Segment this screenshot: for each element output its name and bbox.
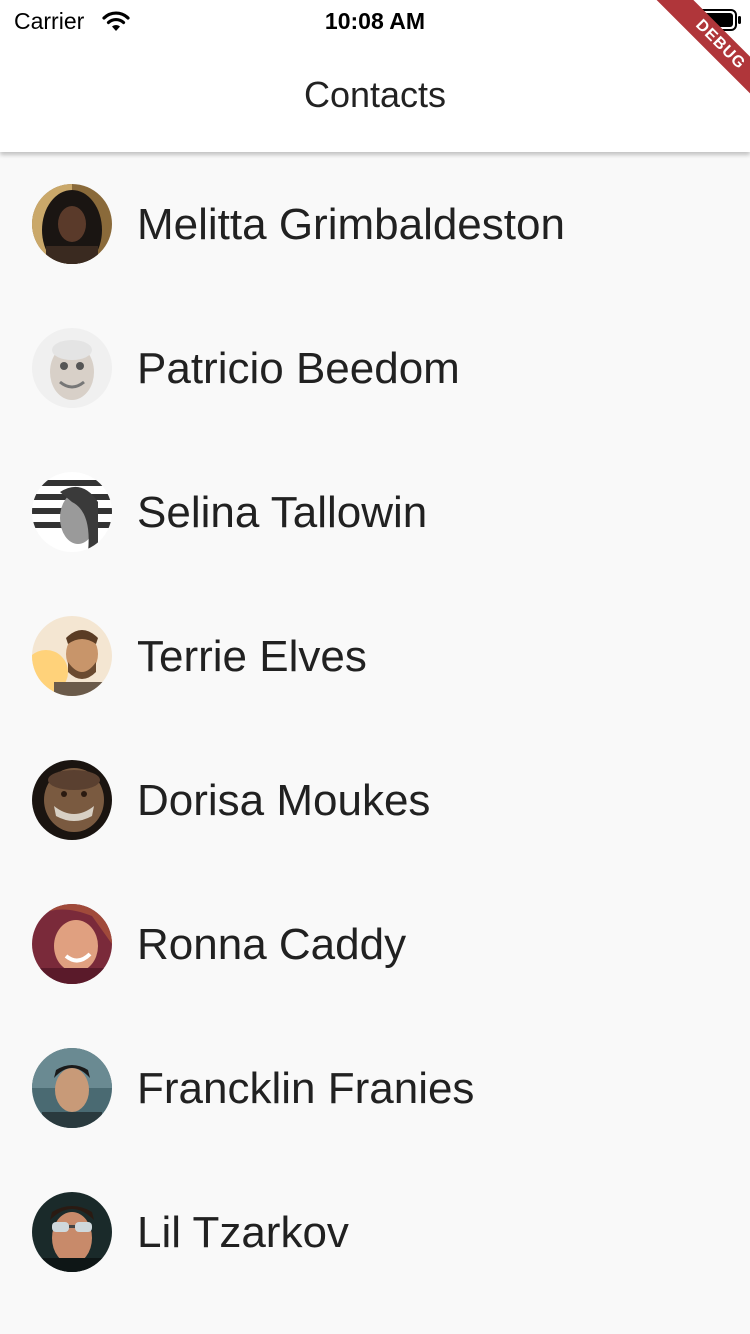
avatar xyxy=(32,904,112,984)
battery-icon xyxy=(690,9,741,31)
contact-row[interactable]: Lil Tzarkov xyxy=(0,1160,750,1304)
contact-row[interactable]: Terrie Elves xyxy=(0,584,750,728)
contact-name: Terrie Elves xyxy=(137,632,367,681)
avatar xyxy=(32,1192,112,1272)
contact-row[interactable]: Francklin Franies xyxy=(0,1016,750,1160)
avatar xyxy=(32,472,112,552)
avatar xyxy=(32,184,112,264)
page-title: Contacts xyxy=(303,74,447,115)
avatar xyxy=(32,328,112,408)
contact-name: Selina Tallowin xyxy=(137,488,428,537)
avatar xyxy=(32,760,112,840)
contact-name: Melitta Grimbaldeston xyxy=(137,200,565,249)
contact-row[interactable]: Selina Tallowin xyxy=(0,440,750,584)
contact-name: Ronna Caddy xyxy=(137,920,407,969)
contact-name: Patricio Beedom xyxy=(137,344,460,393)
contact-name: Dorisa Moukes xyxy=(137,776,431,825)
contact-row[interactable]: Melitta Grimbaldeston xyxy=(0,152,750,296)
contact-row[interactable]: Dorisa Moukes xyxy=(0,728,750,872)
contact-name: Lil Tzarkov xyxy=(137,1208,349,1257)
status-bar: Carrier 10:08 AM xyxy=(0,0,750,40)
app-bar: Contacts xyxy=(0,40,750,152)
contact-row[interactable]: Ronna Caddy xyxy=(0,872,750,1016)
contact-list: Melitta Grimbaldeston Patricio Beedom Se… xyxy=(0,152,750,1304)
status-time: 10:08 AM xyxy=(324,8,426,34)
avatar xyxy=(32,616,112,696)
avatar xyxy=(32,1048,112,1128)
contact-name: Francklin Franies xyxy=(137,1064,475,1113)
contact-row[interactable]: Patricio Beedom xyxy=(0,296,750,440)
